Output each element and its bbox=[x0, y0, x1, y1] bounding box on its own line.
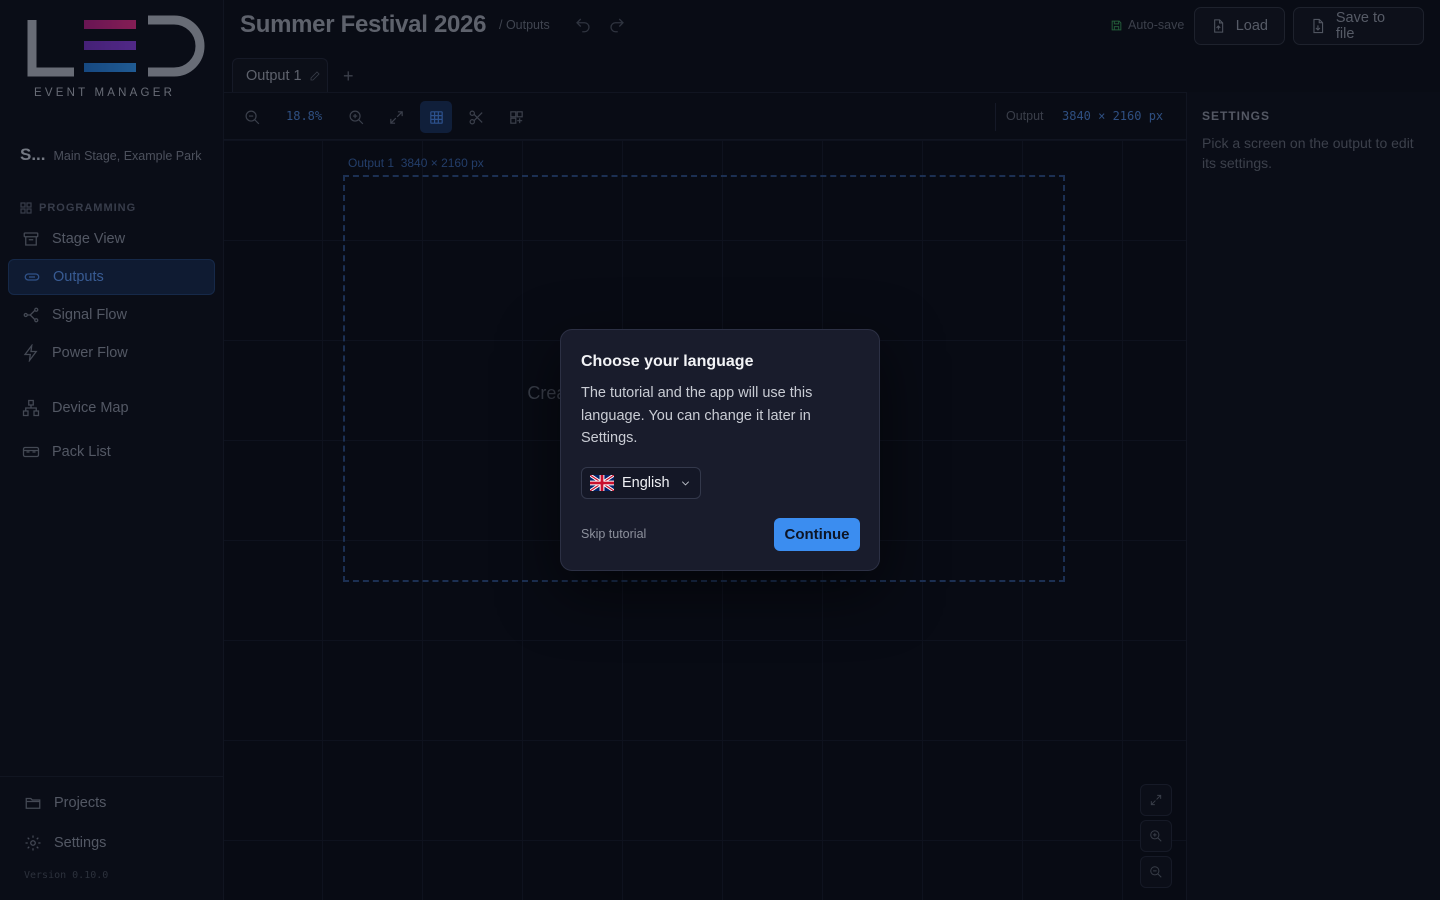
continue-button[interactable]: Continue bbox=[774, 518, 860, 551]
dialog-title: Choose your language bbox=[581, 353, 754, 370]
dialog-body: The tutorial and the app will use this l… bbox=[581, 385, 813, 446]
chevron-down-icon bbox=[681, 481, 690, 486]
uk-flag-icon bbox=[590, 475, 614, 491]
language-select[interactable]: English bbox=[581, 467, 701, 499]
language-select-value: English bbox=[622, 475, 670, 491]
language-dialog: Choose your language The tutorial and th… bbox=[560, 329, 880, 571]
skip-tutorial-link[interactable]: Skip tutorial bbox=[581, 527, 646, 541]
